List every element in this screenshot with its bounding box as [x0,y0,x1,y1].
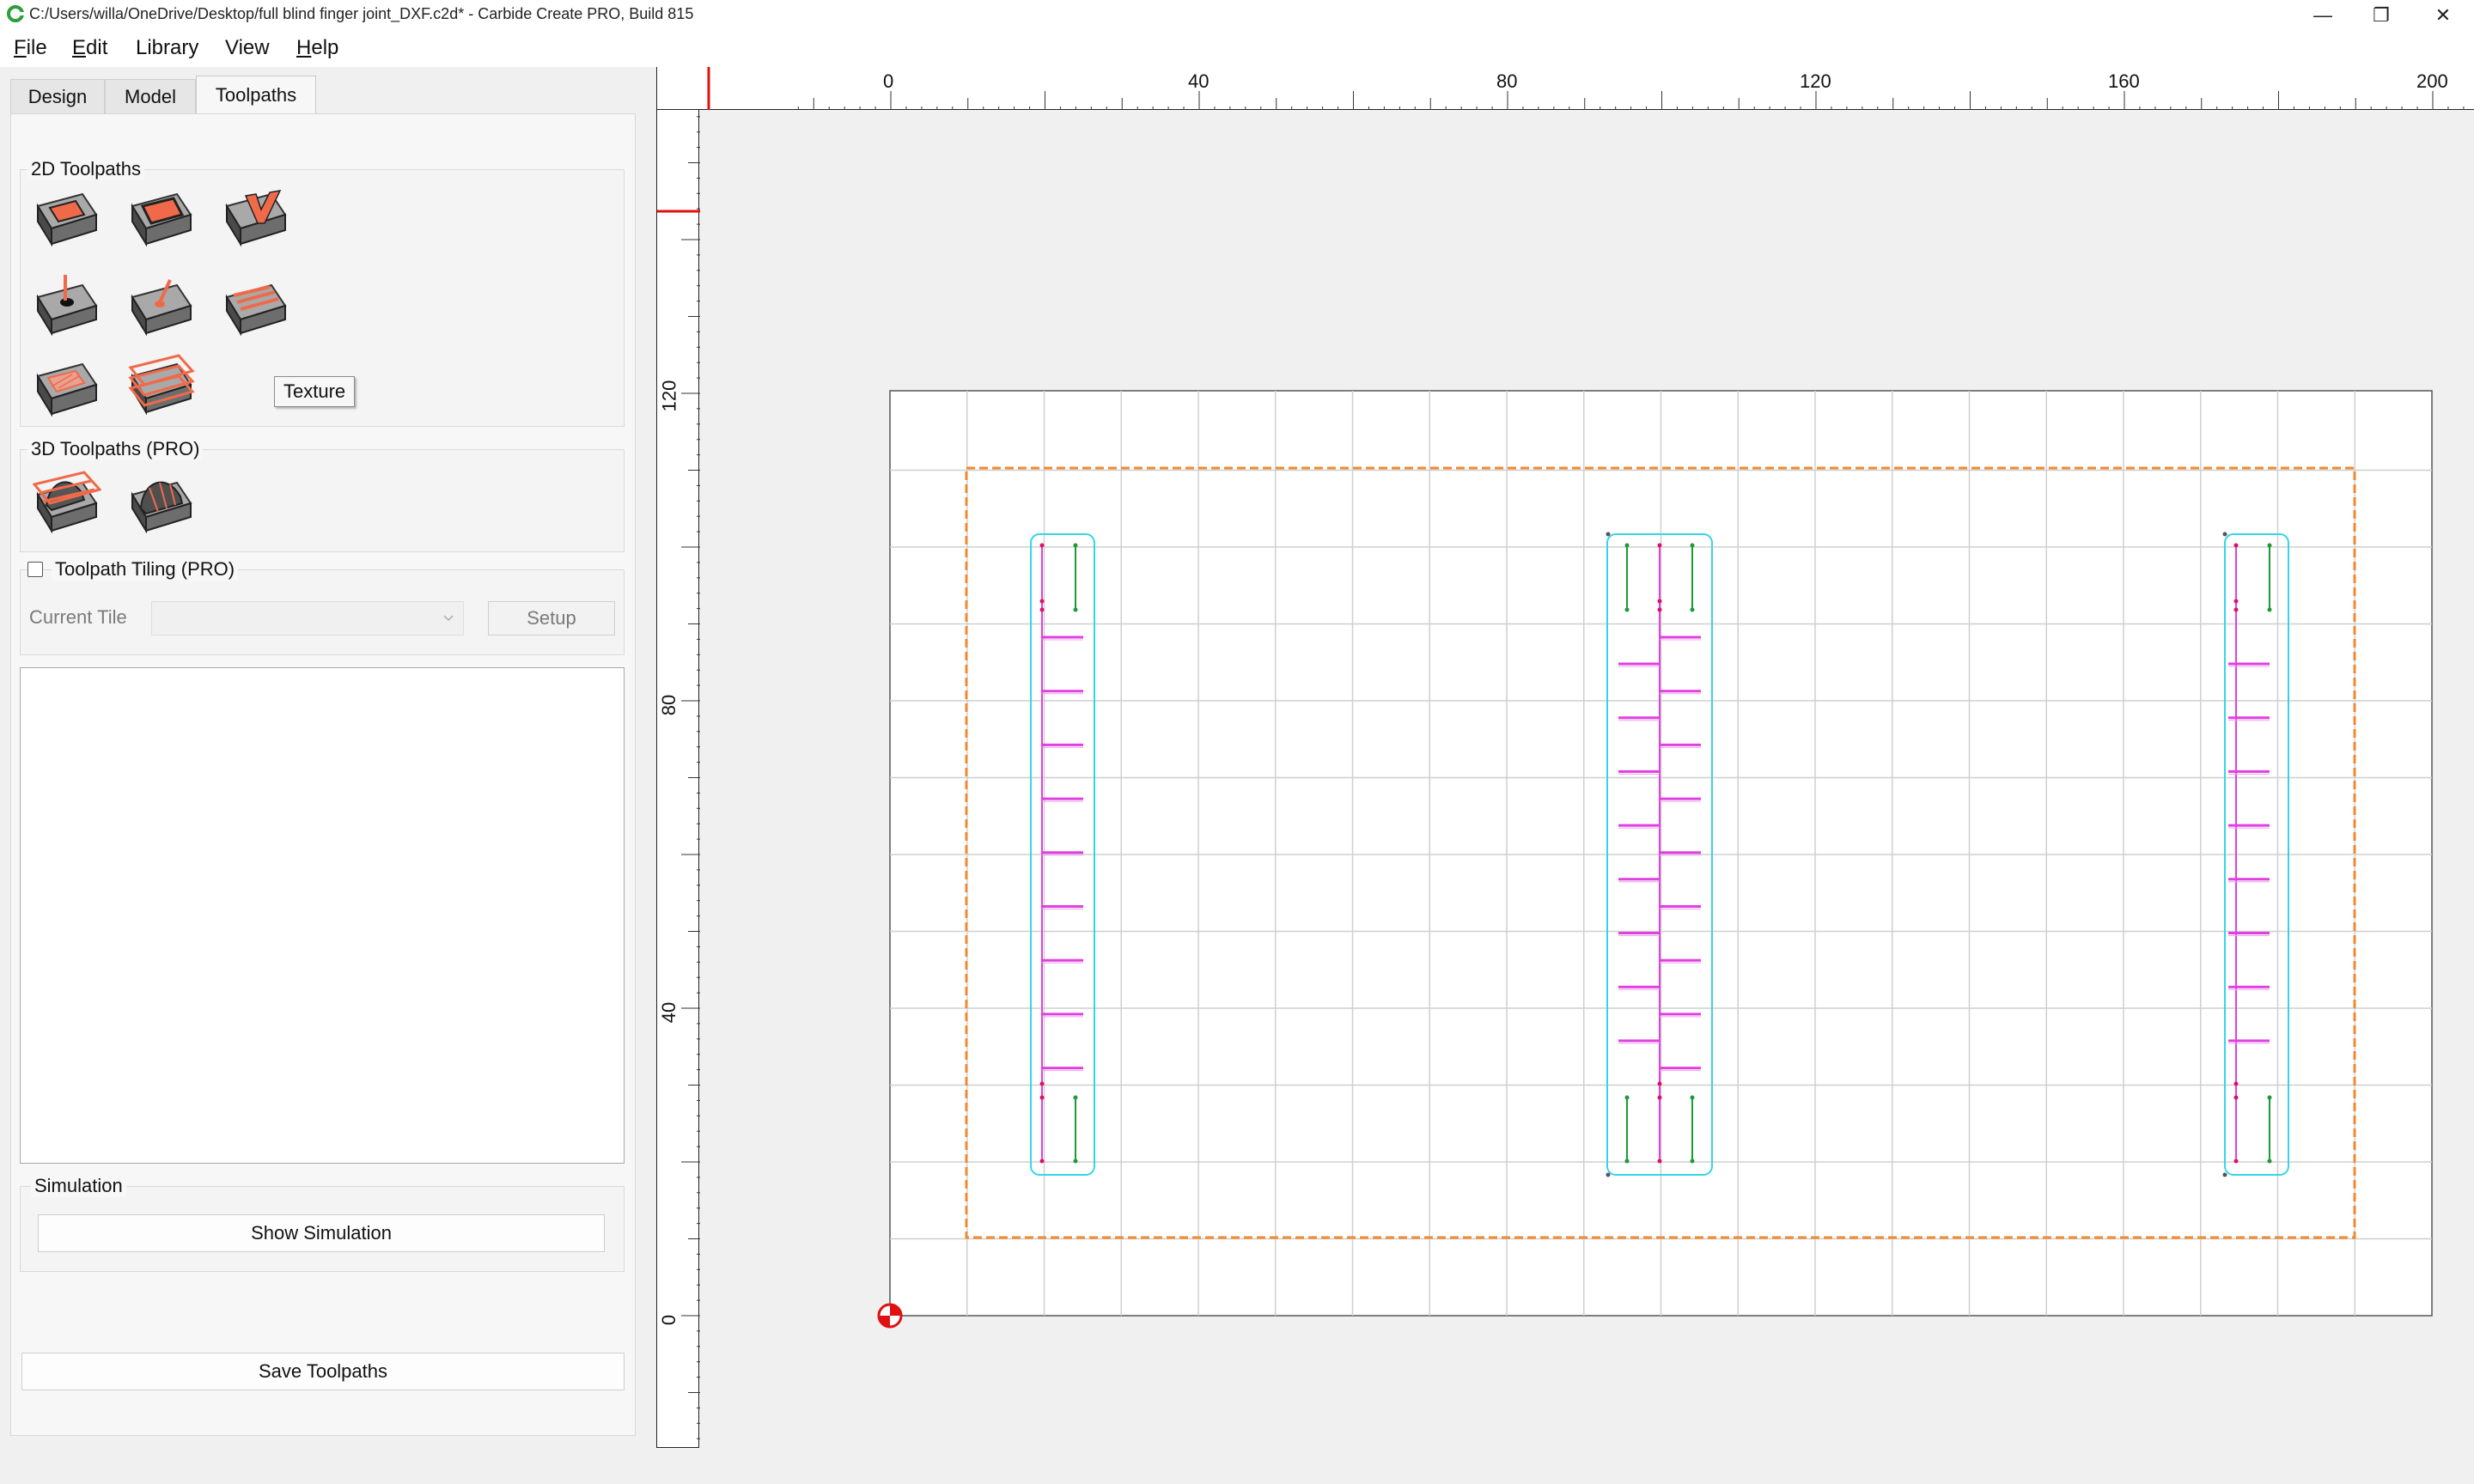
toolpath-node [1690,1159,1695,1164]
toolpath-node [1606,1172,1611,1177]
workspace-drawing [877,390,2433,1329]
toolpath-node [1039,543,1045,548]
toolpath-node [1657,599,1662,604]
toolpath-node [1657,607,1662,612]
toolpath-node [1073,543,1078,548]
toolpath-node [1073,1159,1078,1164]
toolpath-node [2267,543,2272,548]
toolpath-node [1690,543,1695,548]
toolpath-node [2222,1172,2227,1177]
toolpath-node [1039,1095,1045,1100]
toolpath-node [2233,607,2239,612]
toolpath-node [1073,1095,1078,1100]
toolpath-node [1624,543,1630,548]
toolpath-node [1657,1159,1662,1164]
toolpath-node [1624,607,1630,612]
toolpath-node [2233,1159,2239,1164]
toolpath-node [1657,1095,1662,1100]
toolpath-node [2267,1095,2272,1100]
toolpath-node [1606,532,1611,537]
toolpath-node [1039,599,1045,604]
toolpath-node [1624,1095,1630,1100]
toolpath-node [1039,1081,1045,1086]
toolpath-node [1073,607,1078,612]
toolpath-node [1690,1095,1695,1100]
toolpath-node [1039,607,1045,612]
toolpath-node [1039,1159,1045,1164]
toolpath-node [2233,1095,2239,1100]
toolpath-node [2267,1159,2272,1164]
toolpath-node [2222,532,2227,537]
toolpath-node [1624,1159,1630,1164]
toolpath-node [1657,543,1662,548]
toolpath-node [2233,1081,2239,1086]
origin-marker-icon[interactable] [877,1303,903,1329]
toolpath-node [2267,607,2272,612]
toolpath-node [1657,1081,1662,1086]
toolpath-node [1690,607,1695,612]
toolpath-node [2233,599,2239,604]
toolpath-node [2233,543,2239,548]
